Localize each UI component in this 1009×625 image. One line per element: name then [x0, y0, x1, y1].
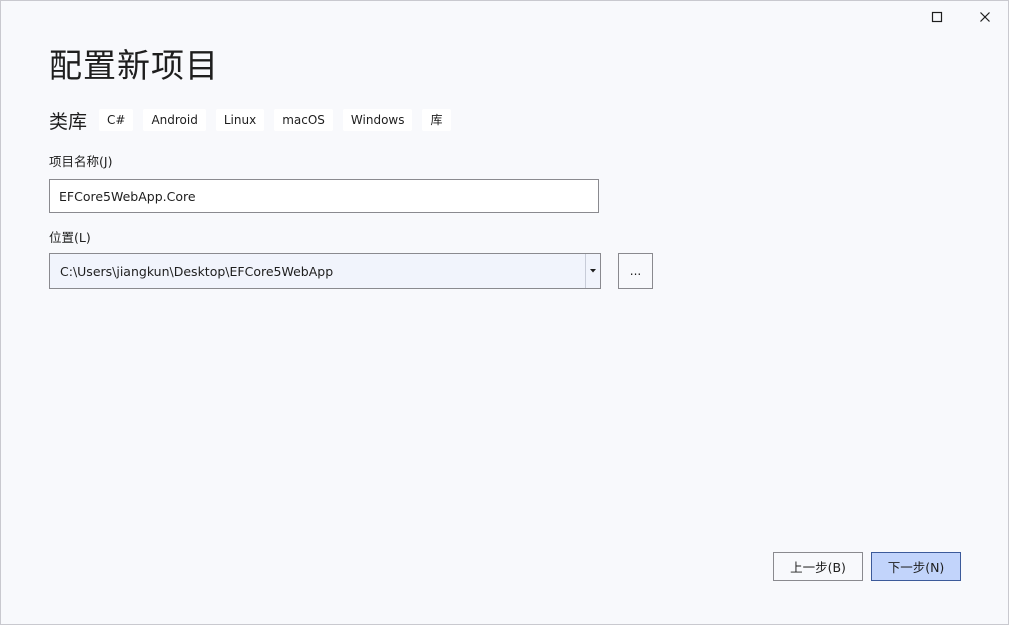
tag-android: Android	[143, 109, 206, 131]
tag-macos: macOS	[274, 109, 333, 131]
maximize-button[interactable]	[925, 5, 949, 29]
maximize-icon	[931, 11, 943, 23]
project-name-input[interactable]	[49, 179, 599, 213]
location-value[interactable]: C:\Users\jiangkun\Desktop\EFCore5WebApp	[50, 264, 585, 279]
tag-linux: Linux	[215, 109, 265, 131]
next-button[interactable]: 下一步(N)	[871, 552, 961, 581]
template-info: 类库 C# Android Linux macOS Windows 库	[49, 107, 461, 133]
configure-project-dialog: 配置新项目 类库 C# Android Linux macOS Windows …	[0, 0, 1009, 625]
template-name: 类库	[49, 110, 88, 133]
location-combobox[interactable]: C:\Users\jiangkun\Desktop\EFCore5WebApp	[49, 253, 601, 289]
project-name-label: 项目名称(J)	[49, 154, 113, 169]
tag-csharp: C#	[99, 109, 134, 131]
close-button[interactable]	[973, 5, 997, 29]
page-title: 配置新项目	[49, 46, 219, 85]
close-icon	[980, 12, 990, 22]
location-label: 位置(L)	[49, 230, 91, 245]
caret-down-icon	[590, 269, 596, 273]
tag-windows: Windows	[342, 109, 413, 131]
browse-button[interactable]: ...	[618, 253, 653, 289]
location-dropdown-button[interactable]	[585, 254, 600, 288]
tag-library: 库	[422, 109, 451, 131]
back-button[interactable]: 上一步(B)	[773, 552, 863, 581]
